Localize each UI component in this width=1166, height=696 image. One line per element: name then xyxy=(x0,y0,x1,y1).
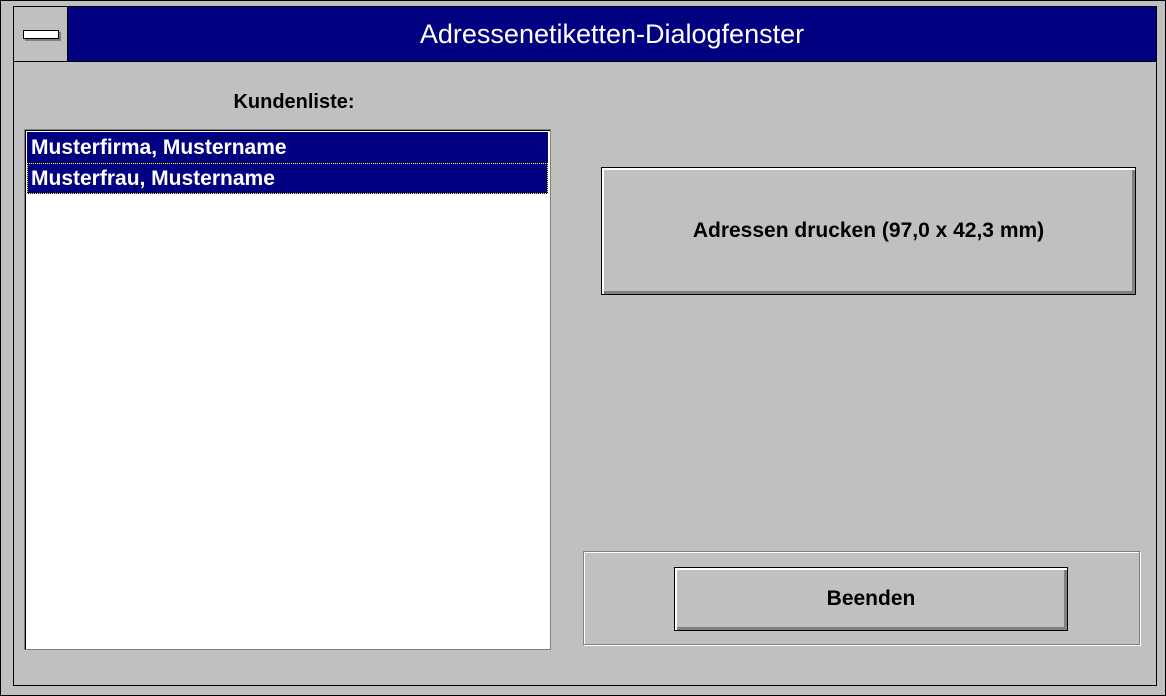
dialog-client-area: Adressenetiketten-Dialogfenster Kundenli… xyxy=(13,6,1157,686)
customer-listbox[interactable]: Musterfirma, Mustername Musterfrau, Must… xyxy=(24,129,551,650)
dialog-window: Adressenetiketten-Dialogfenster Kundenli… xyxy=(0,0,1166,696)
customer-list-label: Kundenliste: xyxy=(233,91,355,113)
print-addresses-button[interactable]: Adressen drucken (97,0 x 42,3 mm) xyxy=(601,167,1136,295)
window-title: Adressenetiketten-Dialogfenster xyxy=(419,19,805,49)
list-item[interactable]: Musterfirma, Mustername xyxy=(27,132,548,163)
list-item[interactable]: Musterfrau, Mustername xyxy=(27,163,548,194)
system-menu-icon xyxy=(23,30,59,39)
exit-button[interactable]: Beenden xyxy=(674,567,1068,631)
title-bar[interactable]: Adressenetiketten-Dialogfenster xyxy=(14,7,1156,62)
system-menu-button[interactable] xyxy=(14,7,68,61)
